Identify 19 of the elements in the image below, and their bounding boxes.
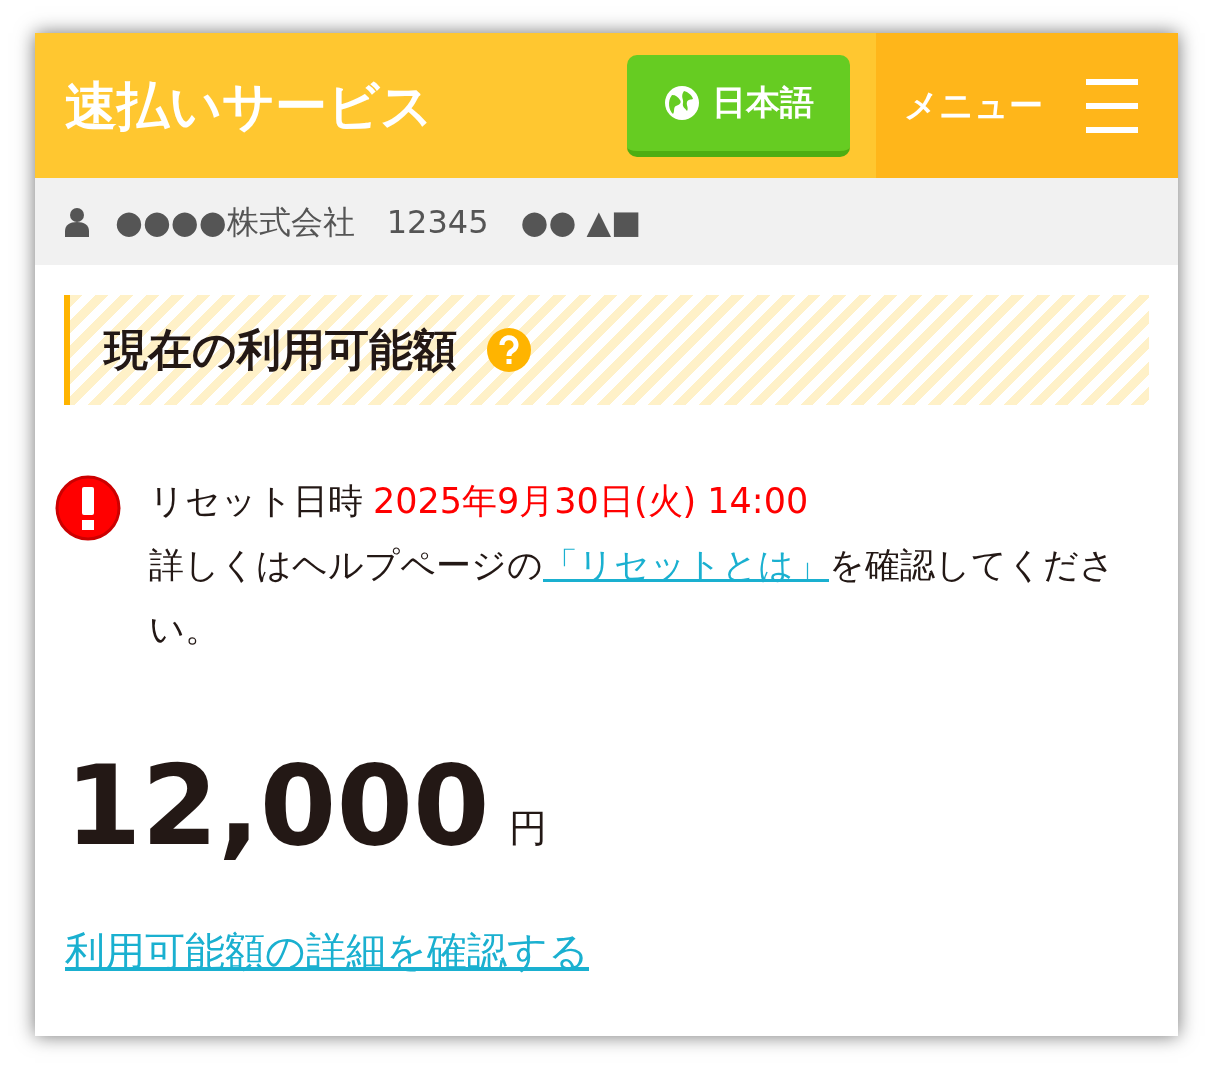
help-link[interactable]: 「リセットとは」 [543,545,829,585]
company-name: ●●●●株式会社 [115,201,355,243]
language-button[interactable]: 日本語 [627,54,850,157]
details-link[interactable]: 利用可能額の詳細を確認する [65,921,589,981]
help-icon[interactable] [487,328,531,372]
user-name: ●● ▲■ [520,201,642,243]
section-heading: 現在の利用可能額 [104,323,457,377]
globe-icon [663,84,700,121]
user-id: 12345 [386,201,489,243]
menu-button[interactable]: メニュー [876,33,1178,178]
menu-icon [1086,78,1138,133]
warning-icon [55,475,121,541]
reset-label: リセット日時 [149,480,363,523]
amount-unit: 円 [509,805,548,852]
app-title: 速払いサービス [65,74,433,138]
user-icon [65,206,89,237]
help-message: 詳しくはヘルプページの「リセットとは」を確認してください。 [149,544,1116,651]
amount-value: 12,000 [65,751,490,861]
reset-datetime: 2025年9月30日(火) 14:00 [373,480,809,523]
